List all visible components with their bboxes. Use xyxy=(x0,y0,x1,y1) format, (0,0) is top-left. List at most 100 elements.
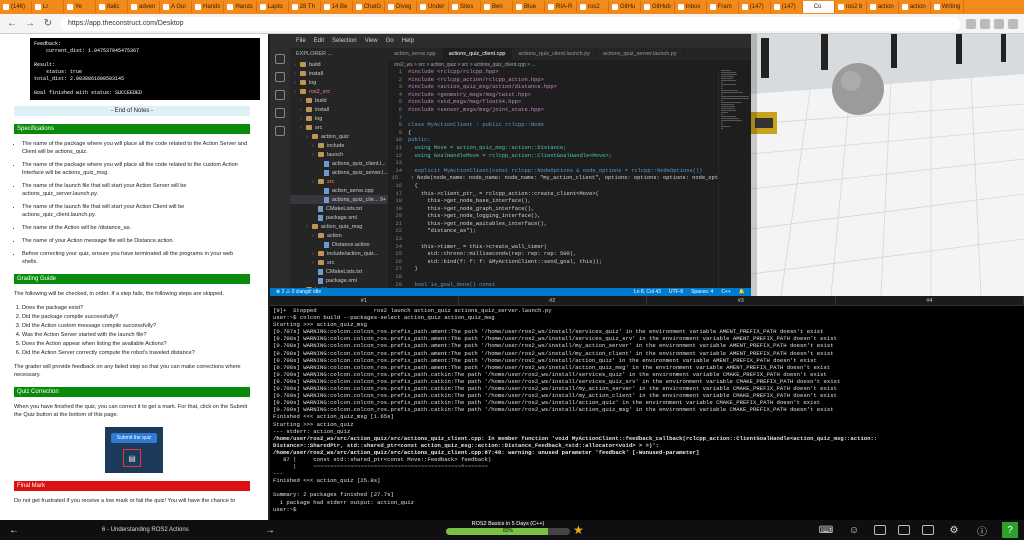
terminal-icon[interactable] xyxy=(922,525,934,535)
tree-item[interactable]: actions_quiz_clie... 9+ xyxy=(290,195,388,204)
run-debug-icon[interactable] xyxy=(275,108,285,118)
status-item[interactable]: UTF-8 xyxy=(669,289,683,295)
url-field[interactable]: https://app.theconstruct.com/Desktop xyxy=(60,16,960,31)
tree-item[interactable]: › log xyxy=(290,114,388,123)
minimap[interactable] xyxy=(718,69,751,288)
tree-item[interactable]: › action_quiz xyxy=(290,132,388,141)
browser-tab[interactable]: 14 Be xyxy=(321,1,353,13)
tree-item[interactable]: package.xml xyxy=(290,276,388,285)
status-item[interactable]: C++ xyxy=(721,289,730,295)
window-icon[interactable] xyxy=(898,525,910,535)
editor-tab[interactable]: action_serve.cpp xyxy=(388,48,443,60)
browser-tab[interactable]: Ben xyxy=(481,1,514,13)
editor-tab[interactable]: actions_quiz_client.launch.py xyxy=(512,48,598,60)
terminal-output[interactable]: [9]+ Stopped ros2 launch action_quiz act… xyxy=(270,306,1024,520)
terminal-tab[interactable]: #2 xyxy=(459,296,647,305)
reload-icon[interactable]: ↻ xyxy=(42,18,54,30)
menu-item-view[interactable]: View xyxy=(365,38,378,44)
menu-item-edit[interactable]: Edit xyxy=(314,38,324,44)
browser-tab[interactable]: Writing xyxy=(931,1,965,13)
extension-icon[interactable] xyxy=(994,18,1004,29)
back-icon[interactable]: ← xyxy=(6,18,18,30)
browser-tab[interactable]: ChatG xyxy=(353,1,386,13)
help-button[interactable]: ? xyxy=(1002,522,1018,538)
menu-item-selection[interactable]: Selection xyxy=(332,38,357,44)
tree-item[interactable]: › src xyxy=(290,177,388,186)
browser-tab[interactable]: GitHub xyxy=(641,1,675,13)
extension-icon[interactable] xyxy=(980,18,990,29)
grade-icon[interactable]: ▤ xyxy=(123,449,141,467)
menu-item-go[interactable]: Go xyxy=(386,38,394,44)
code-editor-icon[interactable]: ⌨ xyxy=(818,525,834,536)
browser-tab[interactable]: ros2 xyxy=(577,1,610,13)
forward-icon[interactable]: → xyxy=(24,18,36,30)
tree-item[interactable]: › launch xyxy=(290,150,388,159)
browser-tab[interactable]: Hands xyxy=(192,1,225,13)
tree-item[interactable]: › install xyxy=(290,105,388,114)
tree-item[interactable]: › ros2_src xyxy=(290,87,388,96)
info-icon[interactable]: ⓘ xyxy=(974,523,990,538)
source-control-icon[interactable] xyxy=(275,90,285,100)
people-icon[interactable]: ☺ xyxy=(846,525,862,536)
browser-tab[interactable]: (146) xyxy=(0,1,32,13)
tree-item[interactable]: CMakeLists.txt xyxy=(290,267,388,276)
editor-tab[interactable]: actions_quiz_client.cpp xyxy=(442,48,513,60)
tree-item[interactable]: actions_quiz_client.l... xyxy=(290,159,388,168)
tree-item[interactable]: › install xyxy=(290,69,388,78)
submit-quiz-button[interactable]: Submit the quiz xyxy=(111,433,157,443)
browser-tab[interactable]: action xyxy=(867,1,899,13)
tree-item[interactable]: CMakeLists.txt xyxy=(290,204,388,213)
browser-tab[interactable]: Sites xyxy=(449,1,482,13)
browser-tab[interactable]: 28 Th xyxy=(289,1,321,13)
status-item[interactable]: Spaces: 4 xyxy=(691,289,713,295)
browser-tab[interactable]: Fram xyxy=(707,1,739,13)
prev-icon[interactable]: ← xyxy=(6,525,22,536)
browser-tab[interactable]: action xyxy=(899,1,931,13)
star-icon[interactable]: ★ xyxy=(573,523,584,537)
tree-item[interactable]: ›build xyxy=(290,60,388,69)
browser-tab[interactable]: RIA-R xyxy=(545,1,578,13)
browser-tab[interactable]: Hands xyxy=(224,1,257,13)
settings-icon[interactable]: ⚙ xyxy=(946,525,962,536)
browser-tab[interactable]: adven xyxy=(128,1,160,13)
terminal-tab[interactable]: #4 xyxy=(836,296,1024,305)
browser-tab[interactable]: ros2 b xyxy=(835,1,867,13)
tree-item[interactable]: › include/action_quiz... xyxy=(290,249,388,258)
browser-tab[interactable]: Italic xyxy=(96,1,128,13)
terminal-tab[interactable]: #1 xyxy=(270,296,459,305)
tree-item[interactable]: ›build xyxy=(290,96,388,105)
browser-tab[interactable]: Blue xyxy=(513,1,546,13)
tree-item[interactable]: › action_quiz_msg xyxy=(290,222,388,231)
tree-item[interactable]: actions_quiz_server.l... xyxy=(290,168,388,177)
status-item[interactable]: Ln 8, Col 43 xyxy=(634,289,661,295)
files-icon[interactable] xyxy=(275,54,285,64)
problems-status[interactable]: ⊗ 2 ⚠ 0 clangd: idle xyxy=(276,289,321,295)
menu-item-help[interactable]: Help xyxy=(402,38,414,44)
tree-item[interactable]: action_serve.cpp xyxy=(290,186,388,195)
next-icon[interactable]: → xyxy=(262,525,278,536)
browser-tab[interactable]: (147) xyxy=(771,1,803,13)
terminal-tab[interactable]: #3 xyxy=(647,296,836,305)
monitor-icon[interactable] xyxy=(874,525,886,535)
tree-item[interactable]: Distance.action xyxy=(290,240,388,249)
editor-tab[interactable]: actions_quiz_server.launch.py xyxy=(597,48,684,60)
browser-tab[interactable]: A Gui xyxy=(160,1,192,13)
browser-tab[interactable]: Under xyxy=(417,1,450,13)
profile-icon[interactable] xyxy=(1008,18,1018,29)
tree-item[interactable]: › src xyxy=(290,123,388,132)
extensions-icon[interactable] xyxy=(275,126,285,136)
browser-tab[interactable]: Lapto xyxy=(257,1,289,13)
tree-item[interactable]: › action xyxy=(290,231,388,240)
status-item[interactable]: 🔔 xyxy=(739,289,745,295)
browser-tab[interactable]: Lr xyxy=(32,1,64,13)
menu-item-file[interactable]: File xyxy=(296,38,306,44)
tree-item[interactable]: › src xyxy=(290,258,388,267)
browser-tab[interactable]: GitHu xyxy=(609,1,642,13)
browser-tab[interactable]: (147) xyxy=(739,1,771,13)
tree-item[interactable]: › log xyxy=(290,78,388,87)
tree-item[interactable]: › include xyxy=(290,141,388,150)
simulation-viewport[interactable] xyxy=(751,34,1024,296)
code-editor[interactable]: 1 #include <rclcpp/rclcpp.hpp> 2 #include <… xyxy=(388,69,718,288)
search-icon[interactable] xyxy=(275,72,285,82)
browser-tab[interactable]: Co xyxy=(802,1,835,13)
